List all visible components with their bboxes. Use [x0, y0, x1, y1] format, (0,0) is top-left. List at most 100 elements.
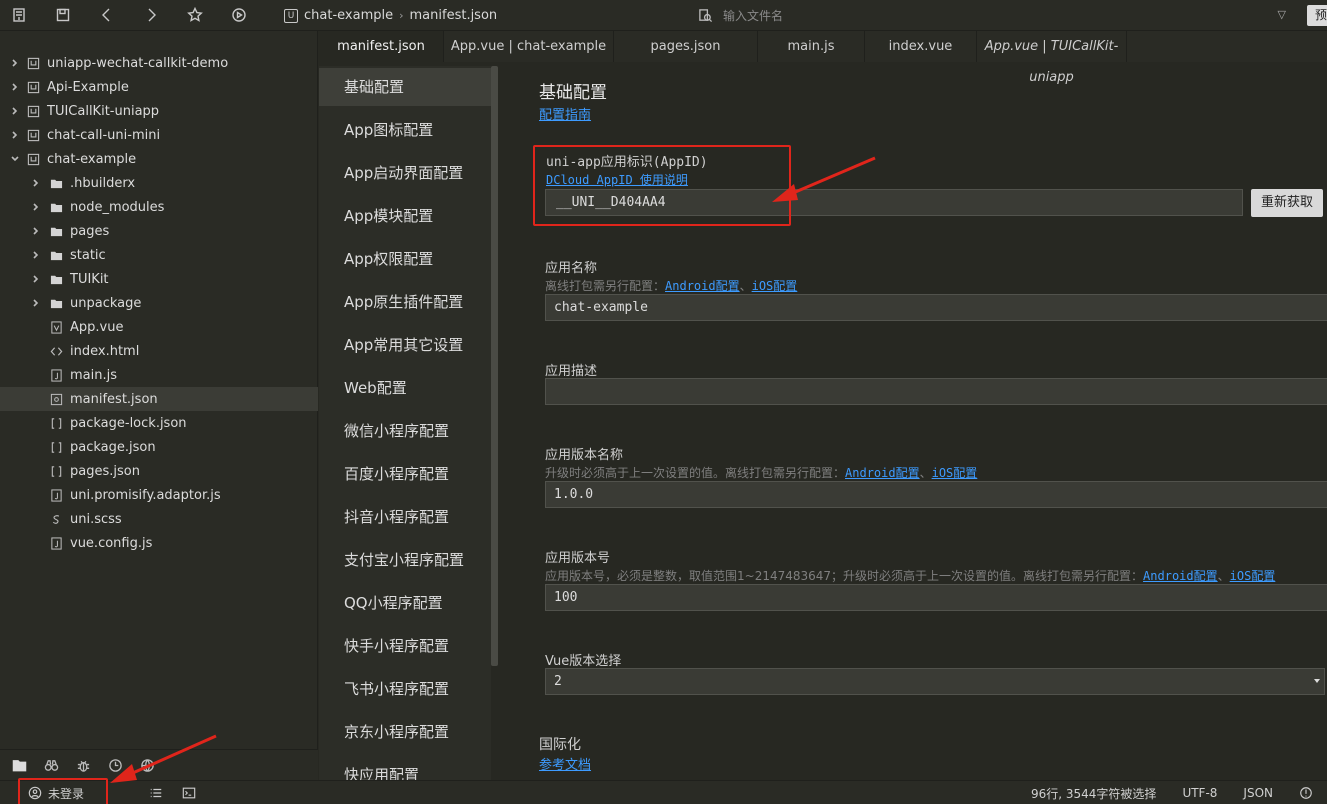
config-nav-item[interactable]: 百度小程序配置	[319, 455, 491, 493]
folder-tree-item[interactable]: unpackage	[0, 291, 318, 315]
config-nav-item[interactable]: Web配置	[319, 369, 491, 407]
version-name-ios-link[interactable]: iOS配置	[932, 466, 978, 480]
config-nav-item[interactable]: App常用其它设置	[319, 326, 491, 364]
version-name-android-link[interactable]: Android配置	[845, 466, 920, 480]
file-search-input[interactable]	[723, 8, 1263, 23]
binoculars-icon[interactable]	[42, 756, 60, 774]
file-tree-item[interactable]: manifest.json	[0, 387, 318, 411]
git-icon[interactable]	[106, 756, 124, 774]
config-nav-item[interactable]: 抖音小程序配置	[319, 498, 491, 536]
file-tree-item[interactable]: App.vue	[0, 315, 318, 339]
config-nav-item[interactable]: App权限配置	[319, 240, 491, 278]
chevron-down-icon[interactable]	[10, 154, 20, 164]
chevron-right-icon[interactable]	[31, 178, 41, 188]
i18n-label: 国际化	[539, 737, 581, 753]
filter-icon[interactable]: ▽	[1278, 8, 1286, 21]
config-nav-item[interactable]: 京东小程序配置	[319, 713, 491, 751]
preview-button[interactable]: 预	[1307, 5, 1327, 26]
app-name-ios-link[interactable]: iOS配置	[752, 279, 798, 293]
debug-bug-icon[interactable]	[74, 756, 92, 774]
folder-tree-item[interactable]: node_modules	[0, 195, 318, 219]
folder-tree-item[interactable]: TUIKit	[0, 267, 318, 291]
project-tree-item[interactable]: chat-example	[0, 147, 318, 171]
config-nav-item[interactable]: App原生插件配置	[319, 283, 491, 321]
chevron-right-icon[interactable]	[31, 250, 41, 260]
language-mode[interactable]: JSON	[1243, 786, 1273, 800]
file-explorer-icon[interactable]	[10, 756, 28, 774]
cursor-position[interactable]: 96行, 3544字符被选择	[1031, 785, 1156, 802]
chevron-right-icon[interactable]	[10, 106, 20, 116]
run-icon[interactable]	[228, 4, 250, 26]
config-nav-item[interactable]: 快应用配置	[319, 756, 491, 780]
file-tree-item[interactable]: uni.promisify.adaptor.js	[0, 483, 318, 507]
vue-version-select[interactable]: 2	[545, 668, 1325, 695]
editor-tab[interactable]: App.vue | TUICallKit-uniapp	[977, 31, 1127, 85]
js-file-icon	[49, 536, 63, 550]
back-icon[interactable]	[96, 4, 118, 26]
app-name-hint: 离线打包需另行配置：	[545, 279, 666, 293]
editor-tab[interactable]: index.vue	[865, 31, 977, 62]
config-nav-scrollbar[interactable]	[491, 66, 498, 666]
version-code-field[interactable]: 100	[545, 584, 1327, 611]
config-nav-item[interactable]: 飞书小程序配置	[319, 670, 491, 708]
folder-tree-item[interactable]: .hbuilderx	[0, 171, 318, 195]
chevron-right-icon[interactable]	[10, 82, 20, 92]
chevron-right-icon[interactable]	[10, 130, 20, 140]
terminal-icon[interactable]	[182, 786, 196, 803]
project-tree-item[interactable]: chat-call-uni-mini	[0, 123, 318, 147]
json-file-icon	[49, 464, 63, 478]
config-nav-item[interactable]: App模块配置	[319, 197, 491, 235]
config-guide-link[interactable]: 配置指南	[539, 104, 591, 123]
app-desc-field[interactable]	[545, 378, 1327, 405]
list-icon[interactable]	[149, 786, 163, 803]
config-nav-item[interactable]: QQ小程序配置	[319, 584, 491, 622]
file-tree-item[interactable]: uni.scss	[0, 507, 318, 531]
project-tree-item[interactable]: TUICallKit-uniapp	[0, 99, 318, 123]
editor-tab[interactable]: main.js	[758, 31, 865, 62]
chevron-right-icon[interactable]	[31, 298, 41, 308]
file-tree-item[interactable]: vue.config.js	[0, 531, 318, 555]
new-file-icon[interactable]	[8, 4, 30, 26]
globe-icon[interactable]	[138, 756, 156, 774]
config-nav-item[interactable]: 快手小程序配置	[319, 627, 491, 665]
version-code-ios-link[interactable]: iOS配置	[1230, 569, 1276, 583]
file-tree-item[interactable]: index.html	[0, 339, 318, 363]
i18n-doc-link[interactable]: 参考文档	[539, 754, 591, 773]
folder-tree-item[interactable]: static	[0, 243, 318, 267]
project-tree-item[interactable]: uniapp-wechat-callkit-demo	[0, 51, 318, 75]
forward-icon[interactable]	[140, 4, 162, 26]
encoding[interactable]: UTF-8	[1182, 786, 1217, 800]
star-icon[interactable]	[184, 4, 206, 26]
project-tree-item[interactable]: Api-Example	[0, 75, 318, 99]
chevron-right-icon[interactable]	[31, 226, 41, 236]
refresh-appid-button[interactable]: 重新获取	[1251, 189, 1324, 217]
config-nav-item[interactable]: 微信小程序配置	[319, 412, 491, 450]
tree-item-label: manifest.json	[70, 391, 158, 407]
editor-tab[interactable]: pages.json	[614, 31, 758, 62]
chevron-right-icon[interactable]	[10, 58, 20, 68]
chevron-right-icon[interactable]	[31, 202, 41, 212]
app-name-android-link[interactable]: Android配置	[665, 279, 740, 293]
breadcrumb-project[interactable]: chat-example	[304, 8, 393, 23]
notification-icon[interactable]	[1299, 786, 1313, 800]
project-icon	[26, 152, 40, 166]
editor-tab[interactable]: manifest.json	[319, 31, 444, 62]
version-name-field[interactable]: 1.0.0	[545, 481, 1327, 508]
folder-icon	[49, 200, 63, 214]
version-name-hint-row: 升级时必须高于上一次设置的值。离线打包需另行配置：Android配置、iOS配置	[545, 464, 977, 481]
breadcrumb-file[interactable]: manifest.json	[410, 8, 498, 23]
file-tree-item[interactable]: main.js	[0, 363, 318, 387]
chevron-right-icon[interactable]	[31, 274, 41, 284]
file-tree-item[interactable]: package-lock.json	[0, 411, 318, 435]
save-icon[interactable]	[52, 4, 74, 26]
app-name-field[interactable]: chat-example	[545, 294, 1327, 321]
folder-tree-item[interactable]: pages	[0, 219, 318, 243]
config-nav-item[interactable]: App图标配置	[319, 111, 491, 149]
editor-tab[interactable]: App.vue | chat-example	[444, 31, 614, 62]
config-nav-item[interactable]: 支付宝小程序配置	[319, 541, 491, 579]
config-nav-item[interactable]: App启动界面配置	[319, 154, 491, 192]
file-tree-item[interactable]: pages.json	[0, 459, 318, 483]
file-tree-item[interactable]: package.json	[0, 435, 318, 459]
version-code-android-link[interactable]: Android配置	[1143, 569, 1218, 583]
config-nav-item[interactable]: 基础配置	[319, 68, 491, 106]
